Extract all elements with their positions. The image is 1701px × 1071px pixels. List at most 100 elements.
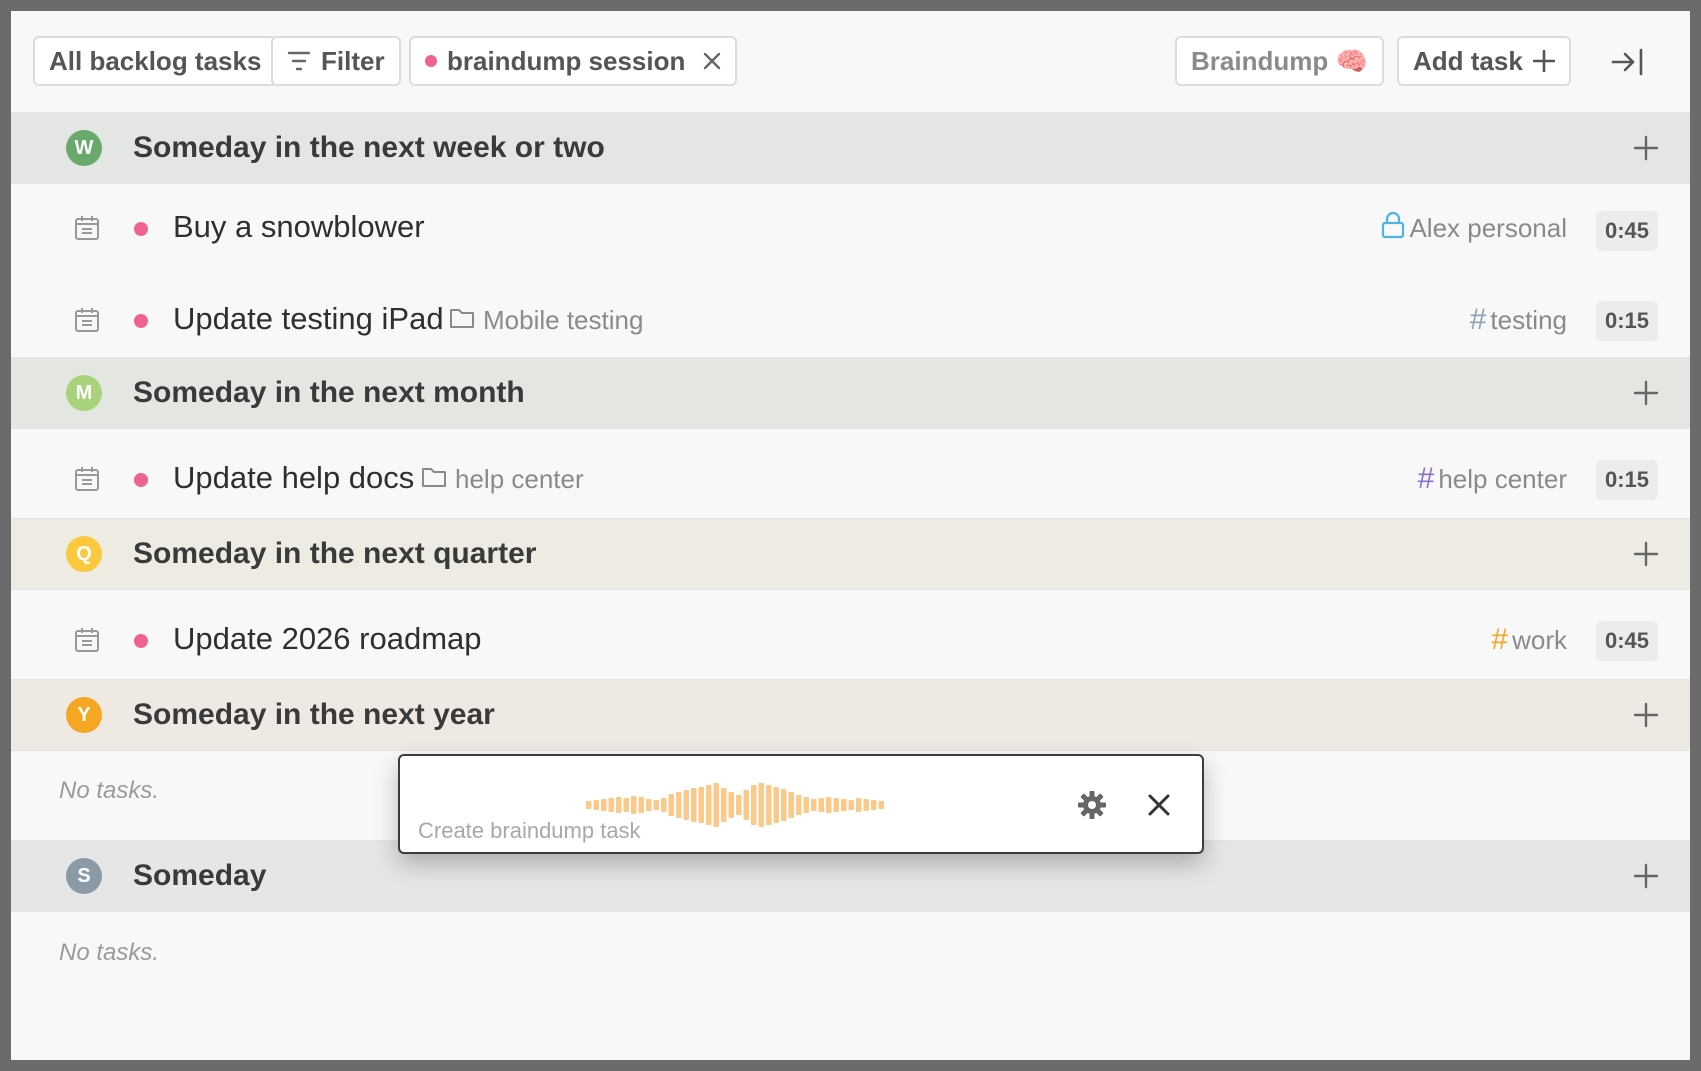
waveform-bar: [593, 800, 599, 810]
task-row[interactable]: Update testing iPad Mobile testing # tes…: [11, 271, 1690, 367]
all-backlog-tasks-button[interactable]: All backlog tasks: [33, 36, 278, 86]
waveform-bar: [683, 790, 689, 820]
task-title[interactable]: Update 2026 roadmap: [173, 621, 482, 657]
waveform-bar: [766, 785, 772, 825]
tag-label: help center: [1438, 463, 1567, 494]
waveform-bar: [601, 799, 607, 811]
waveform-bar: [773, 787, 779, 823]
task-title[interactable]: Update testing iPad: [173, 301, 444, 337]
section-title: Someday in the next week or two: [133, 131, 605, 164]
calendar-icon[interactable]: [74, 627, 100, 653]
tag-label: testing: [1490, 304, 1567, 335]
toolbar: All backlog tasks Filter braindump sessi…: [11, 11, 1690, 112]
waveform-bar: [803, 797, 809, 813]
filter-button[interactable]: Filter: [271, 36, 401, 86]
session-dot: [425, 55, 437, 67]
gear-icon[interactable]: [1077, 790, 1107, 820]
calendar-icon[interactable]: [74, 307, 100, 333]
duration-badge[interactable]: 0:15: [1595, 301, 1658, 341]
task-row[interactable]: Update help docs help center # help cent…: [11, 430, 1690, 526]
waveform-bar: [676, 792, 682, 818]
waveform-bar: [878, 801, 884, 809]
waveform-bar: [796, 795, 802, 815]
calendar-icon[interactable]: [74, 215, 100, 241]
waveform-bar: [826, 797, 832, 813]
waveform-bar: [661, 798, 667, 812]
waveform-bar: [646, 799, 652, 811]
filter-icon: [287, 50, 311, 72]
task-row[interactable]: Update 2026 roadmap # work 0:45: [11, 591, 1690, 687]
waveform-bar: [818, 798, 824, 812]
waveform-bar: [728, 792, 734, 818]
waveform-bar: [788, 792, 794, 818]
waveform-bar: [713, 783, 719, 827]
waveform-bar: [811, 799, 817, 811]
duration-badge[interactable]: 0:45: [1595, 211, 1658, 251]
waveform-bar: [698, 787, 704, 823]
task-tag[interactable]: # testing: [1470, 303, 1567, 337]
add-to-section-icon[interactable]: [1633, 541, 1659, 567]
duration-badge[interactable]: 0:45: [1595, 621, 1658, 661]
waveform-bar: [758, 783, 764, 827]
waveform-bar: [781, 789, 787, 821]
add-to-section-icon[interactable]: [1633, 863, 1659, 889]
hash-icon: #: [1491, 623, 1509, 656]
folder-icon: [449, 305, 483, 336]
project-label: Mobile testing: [483, 305, 644, 335]
waveform-bar: [623, 798, 629, 812]
waveform-bar: [638, 797, 644, 813]
waveform-bar: [841, 799, 847, 811]
waveform-bar: [736, 795, 742, 815]
task-tag[interactable]: Alex personal: [1381, 211, 1567, 246]
section-title: Someday: [133, 859, 267, 892]
task-row[interactable]: Buy a snowblower Alex personal 0:45: [11, 185, 1690, 281]
priority-dot: [134, 473, 148, 487]
add-to-section-icon[interactable]: [1633, 702, 1659, 728]
calendar-icon[interactable]: [74, 466, 100, 492]
waveform-bar: [616, 797, 622, 813]
add-to-section-icon[interactable]: [1633, 135, 1659, 161]
filter-label: Filter: [321, 45, 385, 76]
waveform-bar: [586, 801, 592, 809]
session-chip-label: braindump session: [447, 45, 686, 76]
section-header-week[interactable]: W Someday in the next week or two: [11, 112, 1690, 184]
waveform-bar: [871, 800, 877, 810]
waveform-bar: [691, 788, 697, 822]
collapse-panel-icon[interactable]: [1611, 47, 1645, 77]
add-to-section-icon[interactable]: [1633, 380, 1659, 406]
waveform-bar: [721, 788, 727, 822]
braindump-button[interactable]: Braindump 🧠: [1175, 36, 1384, 86]
add-task-label: Add task: [1413, 45, 1523, 76]
task-tag[interactable]: # work: [1491, 623, 1567, 657]
task-tag[interactable]: # help center: [1418, 462, 1567, 496]
duration-badge[interactable]: 0:15: [1595, 460, 1658, 500]
section-header-quarter[interactable]: Q Someday in the next quarter: [11, 518, 1690, 590]
lock-icon: [1381, 211, 1405, 246]
waveform-bar: [848, 800, 854, 810]
project-label: help center: [455, 464, 584, 494]
add-task-button[interactable]: Add task: [1397, 36, 1571, 86]
hash-icon: #: [1417, 462, 1435, 495]
waveform-bar: [856, 798, 862, 812]
session-filter-chip[interactable]: braindump session: [409, 36, 738, 86]
priority-dot: [134, 222, 148, 236]
remove-chip-icon[interactable]: [703, 52, 721, 70]
section-badge: M: [66, 375, 102, 411]
section-badge: S: [66, 858, 102, 894]
braindump-input-placeholder[interactable]: Create braindump task: [418, 818, 641, 844]
section-title: Someday in the next month: [133, 376, 525, 409]
task-title[interactable]: Buy a snowblower: [173, 209, 425, 245]
close-icon[interactable]: [1148, 794, 1170, 816]
section-header-month[interactable]: M Someday in the next month: [11, 357, 1690, 429]
task-title[interactable]: Update help docs: [173, 460, 414, 496]
braindump-recorder-popup: Create braindump task: [398, 754, 1204, 854]
waveform-bar: [863, 799, 869, 811]
task-project[interactable]: Mobile testing: [449, 305, 643, 336]
section-badge: Q: [66, 536, 102, 572]
empty-state-text: No tasks.: [59, 777, 160, 804]
task-project[interactable]: help center: [421, 464, 584, 495]
section-header-year[interactable]: Y Someday in the next year: [11, 679, 1690, 751]
section-badge: Y: [66, 697, 102, 733]
folder-icon: [421, 464, 455, 495]
backlog-panel: All backlog tasks Filter braindump sessi…: [11, 11, 1690, 1060]
